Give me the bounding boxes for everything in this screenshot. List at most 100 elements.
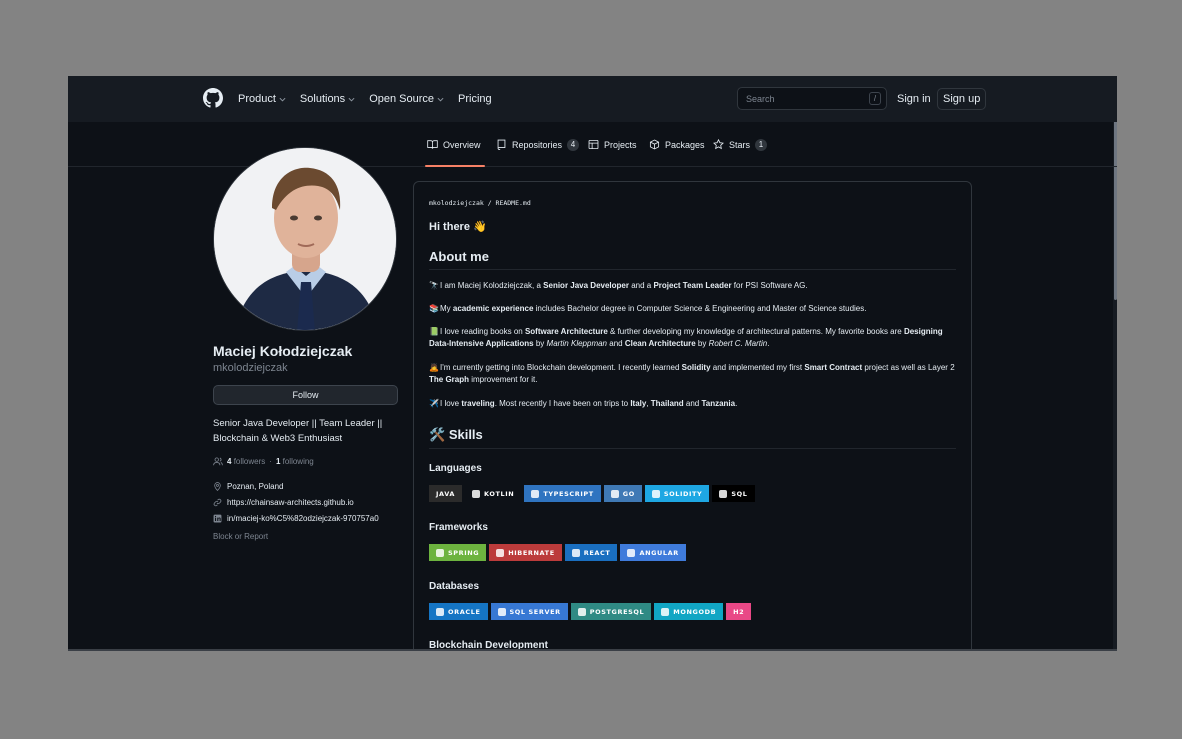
repo-icon (497, 139, 506, 150)
oracle-logo-icon (436, 607, 444, 616)
readme-paragraph-3: 📗I love reading books on Software Archit… (429, 326, 956, 350)
chevron-down-icon (279, 97, 286, 102)
followers-label: followers (233, 457, 266, 466)
nav-label: Solutions (299, 93, 346, 105)
bold-text: Software Architecture (524, 327, 608, 336)
book-icon (427, 140, 438, 149)
skill-badge-label: MONGODB (673, 607, 717, 616)
sign-up-button[interactable]: Sign up (937, 88, 987, 110)
search-input[interactable] (738, 88, 863, 109)
skill-badge-java: JAVA (429, 485, 463, 502)
bold-text: traveling (461, 399, 495, 408)
following-label: following (282, 457, 314, 466)
telescope-icon: 🔭 (429, 281, 439, 290)
tab-label: Projects (604, 139, 637, 150)
nav-product[interactable]: Product (238, 93, 286, 105)
bold-text: academic experience (452, 304, 534, 313)
star-icon (713, 139, 724, 150)
separator-dot: · (269, 457, 272, 466)
languages-heading: Languages (429, 463, 482, 474)
chevron-down-icon (348, 97, 355, 102)
waving-hand-icon: 👋 (473, 221, 487, 233)
languages-badges: JAVA KOTLIN TYPESCRIPT GO SOLIDITY SQL (429, 485, 956, 502)
avatar[interactable] (213, 147, 397, 331)
chevron-down-icon (437, 97, 444, 102)
bold-text: The Graph (429, 375, 470, 384)
readme-greeting: Hi there 👋 (429, 220, 956, 233)
blockchain-heading: Blockchain Development (429, 640, 548, 651)
skill-badge-label: SQL (731, 489, 748, 498)
profile-bio: Senior Java Developer || Team Leader || … (213, 418, 383, 444)
github-logo-icon[interactable] (203, 88, 223, 108)
profile-full-name: Maciej Kołodziejczak (213, 343, 353, 359)
italic-text: Robert C. Martin (708, 339, 768, 348)
text: . (767, 339, 770, 348)
postgresql-logo-icon (577, 607, 586, 616)
tab-label: Repositories (512, 139, 563, 150)
bold-text: Project Team Leader (653, 281, 732, 290)
sql-logo-icon (719, 489, 728, 498)
tab-repositories[interactable]: Repositories 4 (496, 122, 580, 167)
linkedin-link[interactable]: in/maciej-ko%C5%82odziejczak-970757a0 (227, 514, 379, 523)
databases-heading: Databases (429, 581, 480, 592)
readme-path[interactable]: mkolodziejczak / README.md (429, 199, 531, 207)
text: . Most recently I have been on trips to (494, 399, 631, 408)
skill-badge-label: H2 (733, 607, 745, 616)
bold-text: Solidity (681, 363, 711, 372)
skill-badge-go: GO (603, 485, 642, 502)
text: project as well as Layer 2 (862, 363, 955, 372)
skill-badge-label: ANGULAR (639, 548, 679, 557)
text: . (735, 399, 738, 408)
main-nav: Product Solutions Open Source Pricing (238, 76, 492, 122)
tab-packages[interactable]: Packages (649, 122, 705, 167)
text: I am Maciej Kolodziejczak, a (440, 281, 544, 290)
table-icon (588, 139, 599, 150)
skill-badge-label: KOTLIN (484, 489, 515, 498)
skill-badge-angular: ANGULAR (620, 544, 686, 561)
skill-badge-label: ORACLE (448, 607, 481, 616)
follow-button[interactable]: Follow (213, 385, 398, 405)
profile-photo (214, 148, 396, 330)
skill-badge-hibernate: HIBERNATE (489, 544, 562, 561)
solidity-logo-icon (651, 489, 660, 498)
kotlin-logo-icon (472, 489, 481, 498)
browser-viewport: Product Solutions Open Source Pricing / … (68, 76, 1117, 651)
nav-pricing[interactable]: Pricing (458, 93, 492, 105)
skill-badge-kotlin: KOTLIN (465, 485, 522, 502)
search-box[interactable]: / (737, 87, 887, 110)
skill-badge-oracle: ORACLE (429, 603, 488, 620)
hibernate-logo-icon (496, 548, 505, 557)
skill-badge-postgresql: POSTGRESQL (570, 603, 652, 620)
search-shortcut-key: / (869, 92, 881, 105)
skill-badge-react: REACT (564, 544, 618, 561)
tab-projects[interactable]: Projects (588, 122, 637, 167)
books-icon: 📚 (429, 304, 439, 313)
tab-overview[interactable]: Overview (425, 122, 484, 167)
nav-solutions[interactable]: Solutions (300, 93, 355, 105)
react-logo-icon (571, 548, 580, 557)
bold-text: Smart Contract (804, 363, 863, 372)
skill-badge-label: REACT (583, 548, 611, 557)
following-link[interactable]: 1 following (276, 457, 314, 466)
website-link[interactable]: https://chainsaw-architects.github.io (227, 498, 354, 507)
skill-badge-label: TYPESCRIPT (543, 489, 594, 498)
profile-linkedin[interactable]: in/maciej-ko%C5%82odziejczak-970757a0 (213, 514, 379, 523)
sign-in-link[interactable]: Sign in (897, 88, 931, 110)
block-or-report-link[interactable]: Block or Report (213, 532, 268, 541)
text: improvement for it. (469, 375, 538, 384)
followers-count: 4 (227, 457, 232, 466)
text: for PSI Software AG. (731, 281, 808, 290)
nav-open-source[interactable]: Open Source (369, 93, 444, 105)
text: and (683, 399, 702, 408)
about-heading: About me (429, 249, 956, 270)
bold-text: Clean Architecture (624, 339, 696, 348)
person-bowing-icon: 🙇 (429, 363, 439, 372)
followers-link[interactable]: 4 followers (227, 457, 265, 466)
go-logo-icon (610, 489, 619, 498)
bold-text: Tanzania (701, 399, 736, 408)
location-pin-icon (214, 482, 221, 491)
profile-website[interactable]: https://chainsaw-architects.github.io (213, 498, 354, 507)
tab-stars[interactable]: Stars 1 (713, 122, 768, 167)
text: and a (628, 281, 654, 290)
linkedin-icon (213, 514, 222, 523)
